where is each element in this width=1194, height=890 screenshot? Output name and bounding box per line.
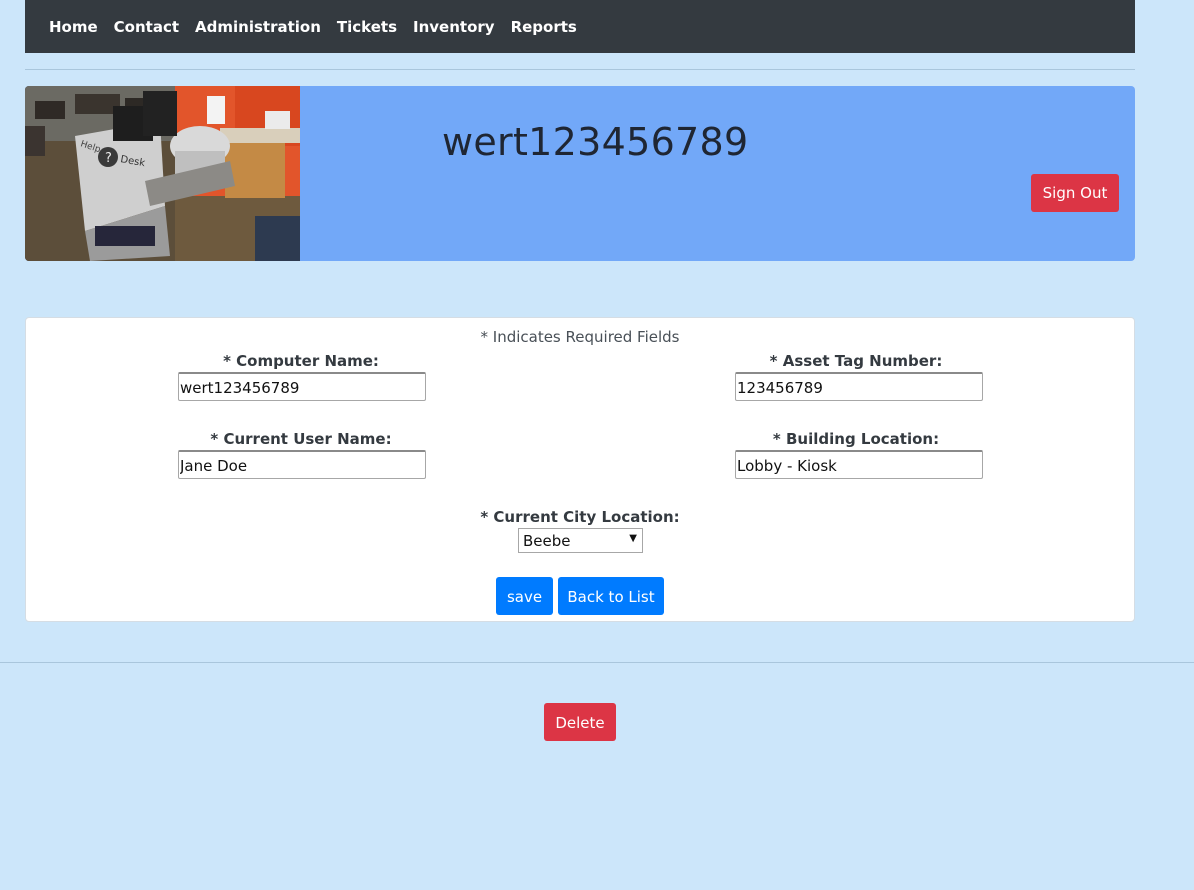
edit-computer-form: * Indicates Required Fields * Computer N… <box>25 317 1135 622</box>
computer-name-input[interactable] <box>178 372 426 401</box>
asset-tag-input[interactable] <box>735 372 983 401</box>
sign-out-button[interactable]: Sign Out <box>1031 174 1119 212</box>
city-location-label: * Current City Location: <box>480 508 680 526</box>
back-to-list-button[interactable]: Back to List <box>558 577 664 615</box>
city-location-value: Beebe <box>523 532 571 550</box>
building-location-input[interactable] <box>735 450 983 479</box>
nav-contact-link[interactable]: Contact <box>114 18 179 36</box>
header-banner: ? Help Desk wert123456789 Sign Out <box>25 86 1135 261</box>
save-button[interactable]: save <box>496 577 553 615</box>
page-title: wert123456789 <box>442 120 749 164</box>
building-location-label: * Building Location: <box>772 430 940 448</box>
bottom-divider <box>0 662 1194 663</box>
required-fields-note: * Indicates Required Fields <box>480 328 680 346</box>
help-desk-photo: ? Help Desk <box>25 86 300 261</box>
computer-name-label: * Computer Name: <box>223 352 379 370</box>
top-navbar: Home Contact Administration Tickets Inve… <box>25 0 1135 53</box>
current-user-name-label: * Current User Name: <box>210 430 392 448</box>
delete-button[interactable]: Delete <box>544 703 616 741</box>
svg-text:?: ? <box>105 151 112 166</box>
top-divider <box>25 69 1135 70</box>
nav-administration-link[interactable]: Administration <box>195 18 321 36</box>
nav-reports-link[interactable]: Reports <box>511 18 577 36</box>
asset-tag-label: * Asset Tag Number: <box>769 352 943 370</box>
nav-tickets-link[interactable]: Tickets <box>337 18 397 36</box>
nav-inventory-link[interactable]: Inventory <box>413 18 495 36</box>
current-user-name-input[interactable] <box>178 450 426 479</box>
nav-home-link[interactable]: Home <box>49 18 98 36</box>
dropdown-caret-icon: ▼ <box>629 533 637 544</box>
city-location-select[interactable]: Beebe ▼ <box>518 528 643 553</box>
